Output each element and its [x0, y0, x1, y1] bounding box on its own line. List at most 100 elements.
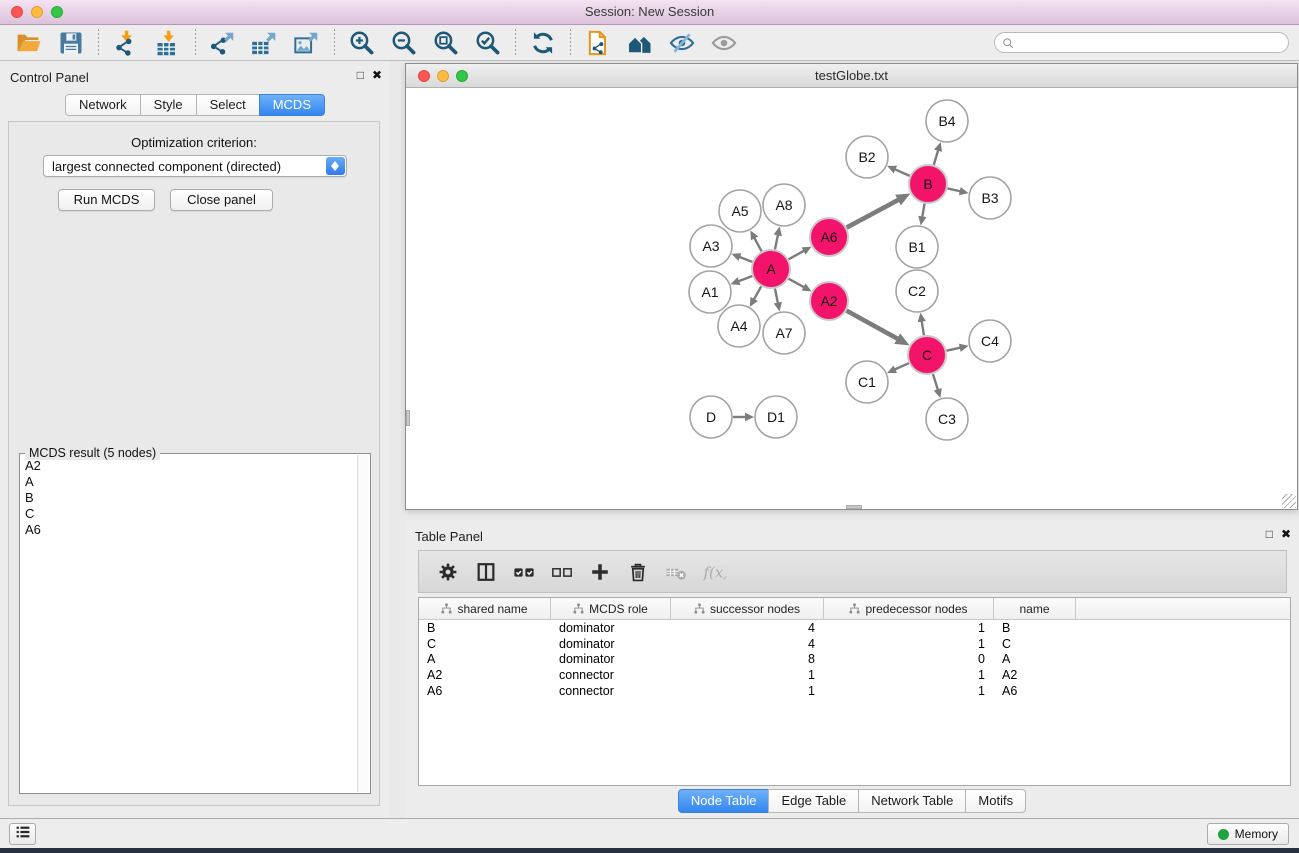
- float-panel-icon[interactable]: □: [357, 68, 364, 82]
- cell-predecessor-nodes[interactable]: 1: [824, 684, 994, 698]
- cell-successor-nodes[interactable]: 1: [671, 684, 824, 698]
- result-item[interactable]: A2: [22, 458, 357, 474]
- cell-name[interactable]: A6: [994, 684, 1076, 698]
- table-row[interactable]: A6connector11A6: [419, 683, 1290, 699]
- graph-edge-A-A7[interactable]: [775, 289, 778, 304]
- tab-network[interactable]: Network: [65, 94, 141, 116]
- graph-node-C4[interactable]: C4: [969, 320, 1011, 362]
- search-input[interactable]: [1021, 34, 1285, 53]
- cell-MCDS-role[interactable]: dominator: [551, 637, 671, 651]
- cell-MCDS-role[interactable]: connector: [551, 684, 671, 698]
- cell-MCDS-role[interactable]: connector: [551, 668, 671, 682]
- column-header-predecessor-nodes[interactable]: predecessor nodes: [824, 598, 994, 619]
- table-options-gear-icon[interactable]: [436, 560, 460, 584]
- window-resize-grip[interactable]: [1282, 494, 1296, 508]
- import-table-icon[interactable]: [153, 28, 183, 58]
- zoom-fit-icon[interactable]: [431, 28, 461, 58]
- graph-node-A[interactable]: A: [752, 250, 790, 288]
- cell-MCDS-role[interactable]: dominator: [551, 621, 671, 635]
- graph-edge-A2-C[interactable]: [847, 311, 899, 340]
- graph-node-B2[interactable]: B2: [846, 136, 888, 178]
- graph-node-B3[interactable]: B3: [969, 177, 1011, 219]
- graph-node-B4[interactable]: B4: [926, 100, 968, 142]
- cell-successor-nodes[interactable]: 1: [671, 668, 824, 682]
- cell-shared-name[interactable]: B: [419, 621, 551, 635]
- graph-node-A7[interactable]: A7: [763, 312, 805, 354]
- table-row[interactable]: Bdominator41B: [419, 620, 1290, 636]
- tab-select[interactable]: Select: [196, 94, 260, 116]
- export-table-icon[interactable]: [250, 28, 280, 58]
- tab-node-table[interactable]: Node Table: [678, 789, 770, 813]
- column-header-successor-nodes[interactable]: successor nodes: [671, 598, 824, 619]
- graph-node-C[interactable]: C: [908, 336, 946, 374]
- import-network-icon[interactable]: [111, 28, 141, 58]
- cell-shared-name[interactable]: A6: [419, 684, 551, 698]
- graph-edge-B-B2[interactable]: [894, 169, 910, 176]
- export-network-icon[interactable]: [208, 28, 238, 58]
- cell-predecessor-nodes[interactable]: 1: [824, 668, 994, 682]
- graph-node-C2[interactable]: C2: [896, 270, 938, 312]
- table-close-panel-icon[interactable]: ✖: [1281, 527, 1291, 541]
- tab-motifs[interactable]: Motifs: [965, 789, 1026, 813]
- cell-name[interactable]: A: [994, 652, 1076, 666]
- cell-predecessor-nodes[interactable]: 1: [824, 621, 994, 635]
- graph-node-A4[interactable]: A4: [718, 305, 760, 347]
- table-row[interactable]: Adominator80A: [419, 652, 1290, 668]
- cell-predecessor-nodes[interactable]: 0: [824, 652, 994, 666]
- first-neighbors-icon[interactable]: [625, 28, 655, 58]
- delete-rows-icon[interactable]: [626, 560, 650, 584]
- bottom-edge-grip[interactable]: [846, 505, 862, 509]
- hide-selected-icon[interactable]: [667, 28, 697, 58]
- tab-mcds[interactable]: MCDS: [259, 94, 325, 116]
- new-network-from-selection-icon[interactable]: [583, 28, 613, 58]
- cell-predecessor-nodes[interactable]: 1: [824, 637, 994, 651]
- open-file-icon[interactable]: [14, 28, 44, 58]
- unselect-all-columns-icon[interactable]: [550, 560, 574, 584]
- graph-edge-A-A4[interactable]: [753, 286, 761, 300]
- cell-name[interactable]: C: [994, 637, 1076, 651]
- zoom-out-icon[interactable]: [389, 28, 419, 58]
- show-all-icon[interactable]: [709, 28, 739, 58]
- save-session-icon[interactable]: [56, 28, 86, 58]
- column-header-name[interactable]: name: [994, 598, 1076, 619]
- column-header-shared-name[interactable]: shared name: [419, 598, 551, 619]
- network-canvas[interactable]: B4B2BB3B1A5A8A6A3AA1A2A4A7C2C4CC1C3DD1: [406, 88, 1297, 509]
- graph-edge-A-A5[interactable]: [754, 237, 762, 251]
- export-image-icon[interactable]: [292, 28, 322, 58]
- graph-edge-A-A8[interactable]: [775, 234, 778, 249]
- graph-node-A3[interactable]: A3: [690, 225, 732, 267]
- refresh-icon[interactable]: [528, 28, 558, 58]
- graph-node-B[interactable]: B: [909, 165, 947, 203]
- cell-shared-name[interactable]: A: [419, 652, 551, 666]
- graph-edge-A-A3[interactable]: [739, 257, 753, 262]
- result-item[interactable]: A6: [22, 522, 357, 538]
- close-panel-icon[interactable]: ✖: [372, 68, 382, 82]
- result-item[interactable]: B: [22, 490, 357, 506]
- tab-network-table[interactable]: Network Table: [858, 789, 966, 813]
- cell-name[interactable]: A2: [994, 668, 1076, 682]
- result-item[interactable]: C: [22, 506, 357, 522]
- show-columns-icon[interactable]: [474, 560, 498, 584]
- graph-edge-B-B4[interactable]: [934, 149, 939, 165]
- graph-edge-C-C1[interactable]: [894, 363, 909, 370]
- graph-node-A8[interactable]: A8: [763, 184, 805, 226]
- graph-node-B1[interactable]: B1: [896, 226, 938, 268]
- graph-node-A2[interactable]: A2: [810, 282, 848, 320]
- create-column-icon[interactable]: [588, 560, 612, 584]
- graph-edge-B-B3[interactable]: [948, 188, 962, 191]
- graph-edge-C-C4[interactable]: [947, 347, 962, 350]
- cell-successor-nodes[interactable]: 4: [671, 637, 824, 651]
- graph-edge-A-A6[interactable]: [789, 250, 805, 259]
- select-all-columns-icon[interactable]: [512, 560, 536, 584]
- cell-shared-name[interactable]: C: [419, 637, 551, 651]
- graph-node-D1[interactable]: D1: [755, 396, 797, 438]
- result-item[interactable]: A: [22, 474, 357, 490]
- cell-shared-name[interactable]: A2: [419, 668, 551, 682]
- graph-node-C3[interactable]: C3: [926, 398, 968, 440]
- criterion-dropdown[interactable]: largest connected component (directed): [43, 155, 347, 177]
- table-float-panel-icon[interactable]: □: [1266, 527, 1273, 541]
- show-panels-list-button[interactable]: [9, 823, 36, 845]
- graph-node-A1[interactable]: A1: [689, 271, 731, 313]
- graph-edge-B-B1[interactable]: [922, 204, 924, 218]
- graph-node-A6[interactable]: A6: [810, 218, 848, 256]
